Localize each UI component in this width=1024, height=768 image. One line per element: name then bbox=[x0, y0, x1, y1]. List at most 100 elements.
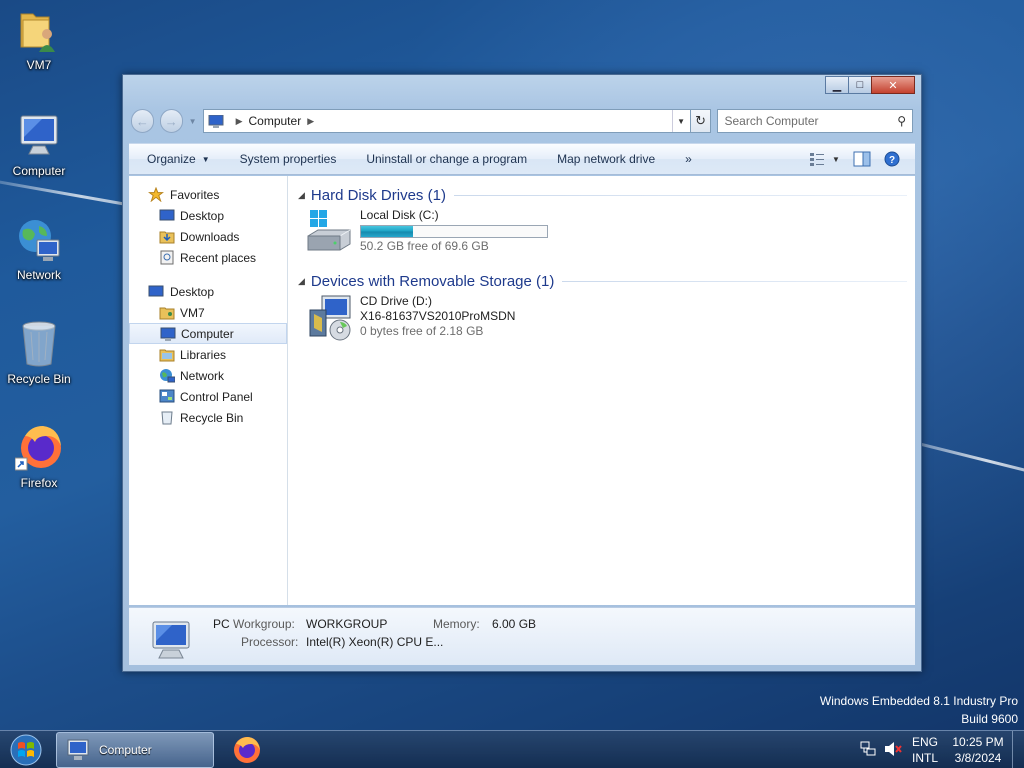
drive-free-space: 0 bytes free of 2.18 GB bbox=[360, 324, 484, 338]
nav-item-libraries[interactable]: Libraries bbox=[129, 344, 287, 365]
nav-favorites[interactable]: Favorites bbox=[129, 184, 287, 205]
volume-tray-icon[interactable] bbox=[884, 741, 902, 761]
nav-label: Favorites bbox=[170, 187, 220, 202]
drive-name: CD Drive (D:) bbox=[360, 294, 432, 308]
view-list-icon bbox=[810, 153, 824, 166]
desktop-icon-label: VM7 bbox=[26, 58, 52, 72]
nav-label: Computer bbox=[181, 326, 234, 341]
keyboard-layout: INTL bbox=[911, 751, 938, 765]
network-icon bbox=[160, 369, 175, 383]
desktop-icon bbox=[148, 285, 164, 297]
nav-label: Desktop bbox=[170, 284, 215, 299]
hard-drive-icon bbox=[307, 210, 351, 251]
organize-button[interactable]: Organize ▼ bbox=[147, 152, 210, 166]
maximize-button[interactable]: □ bbox=[848, 76, 872, 94]
nav-item-network[interactable]: Network bbox=[129, 365, 287, 386]
nav-item-desktop[interactable]: Desktop bbox=[129, 205, 287, 226]
preview-pane-button[interactable] bbox=[853, 150, 871, 168]
help-button[interactable]: ? bbox=[883, 150, 901, 168]
taskbar-item-computer[interactable]: Computer bbox=[56, 732, 214, 768]
input-language-indicator[interactable]: ENG INTL bbox=[908, 734, 942, 766]
navigation-bar: ← → ▼ ▶ Computer ▶ ▼ ↻ Search Computer ⚲ bbox=[131, 107, 913, 135]
refresh-icon: ↻ bbox=[695, 113, 706, 128]
disk-usage-fill bbox=[361, 226, 413, 237]
nav-label: Desktop bbox=[180, 208, 225, 223]
view-options-dropdown-icon[interactable]: ▼ bbox=[831, 150, 841, 168]
show-desktop-button[interactable] bbox=[1012, 731, 1024, 768]
nav-item-control-panel[interactable]: Control Panel bbox=[129, 386, 287, 407]
nav-item-downloads[interactable]: Downloads bbox=[129, 226, 287, 247]
user-folder-icon bbox=[15, 6, 63, 54]
computer-name: PC bbox=[213, 617, 230, 631]
memory-value: 6.00 GB bbox=[492, 617, 537, 631]
desktop-icon bbox=[159, 209, 175, 221]
nav-item-recycle-bin[interactable]: Recycle Bin bbox=[129, 407, 287, 428]
collapse-triangle-icon[interactable]: ◢ bbox=[298, 190, 305, 201]
recent-places-icon bbox=[160, 250, 174, 265]
downloads-folder-icon bbox=[159, 231, 175, 244]
nav-label: Downloads bbox=[180, 229, 240, 244]
desktop-icon-network[interactable]: Network bbox=[0, 216, 78, 282]
more-commands-button[interactable]: » bbox=[685, 152, 692, 166]
minimize-button[interactable]: ▁ bbox=[825, 76, 849, 94]
os-watermark: Windows Embedded 8.1 Industry Pro Build … bbox=[820, 692, 1018, 728]
windows-orb-icon bbox=[10, 734, 42, 766]
address-dropdown-icon[interactable]: ▼ bbox=[671, 110, 690, 132]
search-icon[interactable]: ⚲ bbox=[897, 114, 906, 128]
group-header-hard-disk-drives[interactable]: ◢ Hard Disk Drives (1) bbox=[298, 184, 907, 206]
drive-local-disk-c[interactable]: Local Disk (C:) 50.2 GB free of 69.6 GB bbox=[298, 206, 907, 268]
desktop-icon-label: Network bbox=[16, 268, 61, 282]
computer-icon bbox=[67, 739, 89, 760]
desktop-icon-vm7[interactable]: VM7 bbox=[0, 6, 78, 72]
nav-item-vm7[interactable]: VM7 bbox=[129, 302, 287, 323]
close-button[interactable]: ✕ bbox=[871, 76, 915, 94]
computer-icon bbox=[208, 114, 224, 128]
notification-area: ENG INTL 10:25 PM 3/8/2024 bbox=[824, 731, 1024, 768]
breadcrumb-chevron-icon[interactable]: ▶ bbox=[307, 116, 314, 127]
nav-desktop-root[interactable]: Desktop bbox=[129, 281, 287, 302]
nav-item-computer[interactable]: Computer bbox=[129, 323, 287, 344]
nav-label: VM7 bbox=[180, 305, 205, 320]
drive-cd-d[interactable]: CD Drive (D:) X16-81637VS2010ProMSDN 0 b… bbox=[298, 292, 907, 354]
breadcrumb-chevron-icon[interactable]: ▶ bbox=[236, 116, 243, 127]
organize-label: Organize bbox=[147, 152, 196, 166]
nav-label: Recycle Bin bbox=[180, 410, 244, 425]
group-title: Devices with Removable Storage (1) bbox=[310, 272, 555, 290]
clock-time: 10:25 PM bbox=[952, 735, 1004, 749]
desktop-icon-recycle-bin[interactable]: Recycle Bin bbox=[0, 320, 78, 386]
group-header-removable-storage[interactable]: ◢ Devices with Removable Storage (1) bbox=[298, 270, 907, 292]
caption-buttons: ▁ □ ✕ bbox=[825, 76, 915, 94]
forward-button[interactable]: → bbox=[159, 109, 183, 133]
desktop-icon-firefox[interactable]: Firefox bbox=[0, 424, 78, 490]
taskbar-item-firefox[interactable] bbox=[220, 732, 274, 768]
back-button[interactable]: ← bbox=[131, 109, 154, 133]
computer-icon bbox=[15, 112, 63, 160]
breadcrumb-computer[interactable]: Computer bbox=[249, 114, 302, 128]
system-properties-button[interactable]: System properties bbox=[240, 152, 337, 166]
group-divider bbox=[562, 280, 907, 282]
collapse-triangle-icon[interactable]: ◢ bbox=[298, 276, 305, 287]
network-tray-icon[interactable] bbox=[860, 741, 876, 761]
group-title: Hard Disk Drives (1) bbox=[310, 186, 446, 204]
user-folder-icon bbox=[159, 307, 175, 320]
volume-muted-icon bbox=[885, 742, 902, 756]
back-arrow-icon: ← bbox=[135, 113, 149, 129]
start-button[interactable] bbox=[6, 733, 46, 767]
nav-item-recent-places[interactable]: Recent places bbox=[129, 247, 287, 268]
map-network-drive-button[interactable]: Map network drive bbox=[557, 152, 655, 166]
search-input[interactable]: Search Computer ⚲ bbox=[717, 109, 913, 133]
address-bar[interactable]: ▶ Computer ▶ ▼ bbox=[202, 109, 691, 133]
change-view-button[interactable] bbox=[809, 150, 827, 168]
uninstall-program-button[interactable]: Uninstall or change a program bbox=[366, 152, 527, 166]
memory-label: Memory: bbox=[433, 617, 480, 631]
watermark-build: Build 9600 bbox=[961, 712, 1018, 726]
computer-icon bbox=[152, 621, 190, 659]
processor-value: Intel(R) Xeon(R) CPU E... bbox=[306, 635, 444, 649]
recent-pages-dropdown[interactable]: ▼ bbox=[189, 117, 197, 126]
clock[interactable]: 10:25 PM 3/8/2024 bbox=[948, 734, 1008, 766]
desktop-icon-computer[interactable]: Computer bbox=[0, 112, 78, 178]
navigation-pane: Favorites Desktop Downloads Recent place… bbox=[129, 176, 288, 605]
svg-text:?: ? bbox=[889, 155, 895, 166]
computer-icon bbox=[160, 327, 176, 341]
refresh-button[interactable]: ↻ bbox=[690, 109, 712, 133]
